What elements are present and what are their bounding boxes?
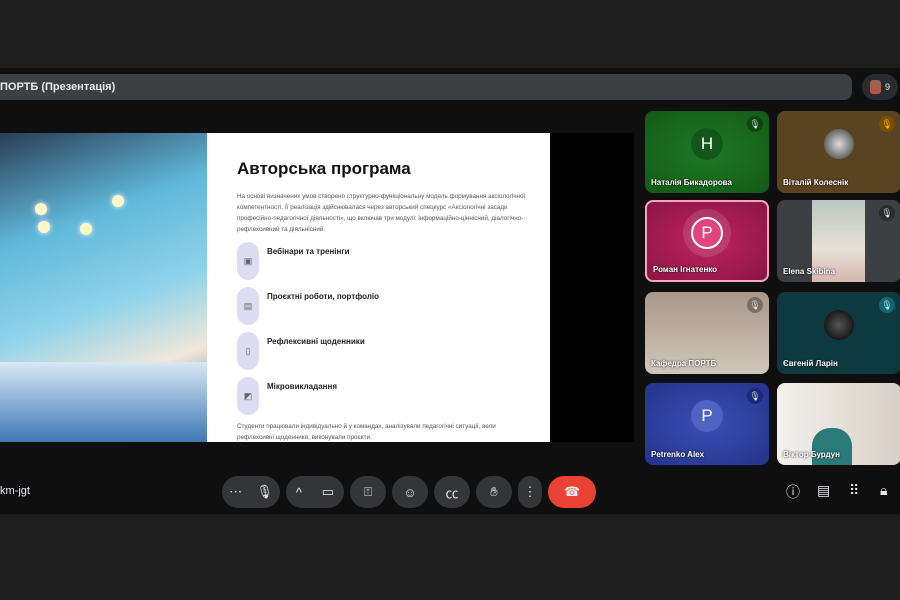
avatar: Н (691, 127, 723, 160)
slide-intro: На основі визначених умов створено струк… (237, 193, 526, 233)
slide-item: ◩ Мікровикладання (237, 377, 550, 415)
captions-button[interactable]: ㏄ (434, 476, 470, 508)
microphone-icon[interactable]: 🎙︎ (256, 484, 273, 500)
more-options-button[interactable]: ⋮ (518, 476, 542, 508)
present-button[interactable]: ⍐ (350, 476, 386, 508)
participant-name: Віктор Бурдун (783, 450, 840, 459)
item-label: Рефлексивні щоденники (267, 337, 365, 346)
participant-tile[interactable]: Віктор Бурдун (777, 383, 900, 465)
mic-off-icon: 🎙︎ (879, 297, 895, 313)
participant-tile[interactable]: Н 🎙︎ Наталія Бикадорова (645, 111, 769, 193)
item-label: Проєктні роботи, портфоліо (267, 292, 380, 301)
meet-stage: ПОРТБ (Презентація) 9 Авторська програма… (0, 68, 900, 514)
captions-icon: ㏄ (445, 485, 459, 501)
avatar (824, 128, 854, 159)
participant-tile[interactable]: Р Роман Ігнатенко (645, 200, 769, 282)
participant-tile[interactable]: 🎙︎ Євгеній Ларін (777, 292, 900, 374)
audio-controls[interactable]: ⋯ 🎙︎ (222, 476, 280, 508)
video-controls[interactable]: ^ ▭ (286, 476, 344, 508)
emoji-icon: ☺ (403, 484, 417, 500)
monitor-icon: ▤ (237, 287, 259, 325)
mic-off-icon: 🎙︎ (747, 116, 763, 132)
mic-off-icon: 🎙︎ (879, 116, 895, 132)
avatar: Р (691, 217, 723, 250)
participant-name: Petrenko Alex (651, 450, 705, 459)
participant-tile[interactable]: 🎙︎ Elena Skibina (777, 200, 900, 282)
participant-name: Євгеній Ларін (783, 359, 838, 368)
avatar (869, 80, 881, 94)
chat-icon[interactable]: ▤ (817, 482, 830, 499)
slide-footer: Студенти працювали індивідуально й у ком… (237, 423, 496, 441)
raise-hand-button[interactable]: ✋︎ (476, 476, 512, 508)
camera-icon[interactable]: ▭ (322, 484, 334, 500)
more-audio-icon[interactable]: ⋯ (229, 484, 242, 500)
slide-item: ▯ Рефлексивні щоденники (237, 332, 550, 370)
more-vert-icon: ⋮ (523, 484, 537, 499)
participant-tile[interactable]: 🎙︎ Кафедра ПОРТБ (645, 292, 769, 374)
slide-title: Авторська програма (237, 159, 411, 178)
activities-icon[interactable]: ⠿ (849, 482, 859, 499)
participant-count: 9 (884, 82, 890, 92)
video-feed (812, 428, 852, 465)
teach-icon: ◩ (237, 377, 259, 415)
control-bar: km-jgt ⋯ 🎙︎ ^ ▭ ⍐ ☺ ㏄ ✋︎ ⋮ ☎︎ ⓘ ▤ ⠿ 🔒︎ (0, 470, 900, 514)
participant-name: Роман Ігнатенко (653, 265, 718, 274)
participants-button[interactable]: 9 (862, 74, 898, 100)
slide-item: ▤ Проєктні роботи, портфоліо (237, 287, 550, 325)
presentation-title-bar: ПОРТБ (Презентація) (0, 74, 852, 100)
slide-illustration (0, 133, 207, 442)
present-screen-icon: ⍐ (364, 484, 372, 499)
hand-icon: ✋︎ (490, 484, 498, 499)
journal-icon: ▯ (237, 332, 259, 370)
avatar (824, 309, 854, 340)
participant-name: Elena Skibina (783, 267, 836, 276)
item-label: Мікровикладання (267, 382, 337, 391)
slide: Авторська програма На основі визначених … (0, 133, 550, 442)
chevron-up-icon[interactable]: ^ (296, 485, 302, 500)
host-controls-icon[interactable]: 🔒︎ (880, 482, 887, 499)
slide-item: ▣ Вебінари та тренінги (237, 242, 550, 280)
mic-off-icon: 🎙︎ (879, 205, 895, 221)
reactions-button[interactable]: ☺ (392, 476, 428, 508)
end-call-button[interactable]: ☎︎ (548, 476, 596, 508)
participant-name: Кафедра ПОРТБ (651, 359, 717, 368)
item-label: Вебінари та тренінги (267, 247, 350, 256)
presentation-title: ПОРТБ (Презентація) (0, 81, 116, 93)
meeting-code: km-jgt (0, 485, 30, 497)
participant-name: Віталій Колеснік (783, 178, 849, 187)
mic-off-icon: 🎙︎ (747, 297, 763, 313)
participant-tile[interactable]: P 🎙︎ Petrenko Alex (645, 383, 769, 465)
participant-name: Наталія Бикадорова (651, 178, 732, 187)
participant-tile[interactable]: 🎙︎ Віталій Колеснік (777, 111, 900, 193)
hang-up-icon: ☎︎ (563, 484, 581, 499)
presentation-area: Авторська програма На основі визначених … (0, 133, 634, 442)
mic-off-icon: 🎙︎ (747, 388, 763, 404)
avatar: P (691, 399, 723, 432)
info-icon[interactable]: ⓘ (786, 482, 800, 502)
presentation-icon: ▣ (237, 242, 259, 280)
